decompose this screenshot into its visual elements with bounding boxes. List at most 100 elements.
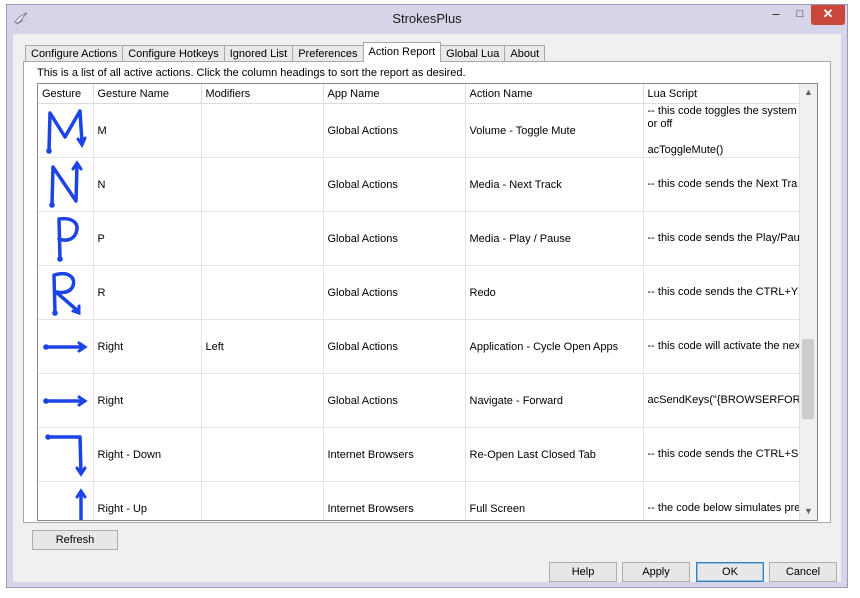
- gesture-name-cell: P: [93, 211, 202, 266]
- gesture-cell: [38, 373, 94, 428]
- gesture-name-cell: M: [93, 103, 202, 158]
- modifiers-cell: Left: [201, 319, 324, 374]
- tab-about[interactable]: About: [504, 45, 546, 62]
- lua-script-cell: -- this code sends the CTRL+Y key co...: [643, 265, 814, 320]
- action-name-cell: Redo: [465, 265, 644, 320]
- table-row[interactable]: M Global Actions Volume - Toggle Mute --…: [38, 103, 814, 158]
- modifiers-cell: [201, 427, 324, 482]
- column-header-app-name[interactable]: App Name: [323, 84, 466, 104]
- help-button[interactable]: Help: [549, 562, 617, 582]
- column-header-gesture-name[interactable]: Gesture Name: [93, 84, 202, 104]
- lua-script-line: -- this code sends the CTRL+Y key co...: [647, 286, 813, 298]
- client-area: Configure Actions Configure Hotkeys Igno…: [13, 34, 841, 582]
- app-name-cell: Global Actions: [323, 103, 466, 158]
- gesture-right-down-icon: [45, 433, 87, 477]
- action-name-cell: Navigate - Forward: [465, 373, 644, 428]
- gesture-cell: [38, 211, 94, 266]
- tab-ignored-list[interactable]: Ignored List: [223, 45, 294, 62]
- minimize-button[interactable]: –: [765, 5, 787, 25]
- tab-action-report[interactable]: Action Report: [362, 42, 442, 62]
- modifiers-cell: [201, 481, 324, 520]
- gesture-p-icon: [57, 216, 79, 262]
- column-header-gesture[interactable]: Gesture: [38, 84, 94, 104]
- column-header-action-name[interactable]: Action Name: [465, 84, 644, 104]
- lua-script-line: acToggleMute(): [647, 143, 724, 156]
- table-row[interactable]: Right - Down Internet Browsers Re-Open L…: [38, 427, 814, 482]
- window-title: StrokesPlus: [392, 11, 462, 26]
- action-name-cell: Re-Open Last Closed Tab: [465, 427, 644, 482]
- gesture-name-cell: Right: [93, 373, 202, 428]
- lua-script-cell: -- this code toggles the system Mute on …: [643, 103, 814, 158]
- action-name-cell: Application - Cycle Open Apps: [465, 319, 644, 374]
- action-name-cell: Volume - Toggle Mute: [465, 103, 644, 158]
- lua-script-line: -- this code toggles the system Mute on: [647, 104, 813, 117]
- modifiers-cell: [201, 103, 324, 158]
- lua-script-line: acSendKeys("{BROWSERFORWARD}"): [647, 394, 813, 406]
- app-name-cell: Internet Browsers: [323, 427, 466, 482]
- lua-script-cell: -- the code below simulates pressing t..…: [643, 481, 814, 520]
- lua-script-cell: -- this code sends the Next Track key...: [643, 157, 814, 212]
- gesture-cell: [38, 157, 94, 212]
- report-description: This is a list of all active actions. Cl…: [37, 67, 466, 79]
- column-header-lua-script[interactable]: Lua Script: [643, 84, 814, 104]
- gesture-cell: [38, 265, 94, 320]
- modifiers-cell: [201, 373, 324, 428]
- lua-script-line: -- the code below simulates pressing t..…: [647, 502, 813, 514]
- modifiers-cell: [201, 157, 324, 212]
- modifiers-cell: [201, 265, 324, 320]
- scroll-up-icon[interactable]: ▲: [800, 84, 817, 101]
- scrollbar-thumb[interactable]: [802, 339, 814, 419]
- table-row[interactable]: Right Global Actions Navigate - Forward …: [38, 373, 814, 428]
- table-row[interactable]: Right - Up Internet Browsers Full Screen…: [38, 481, 814, 520]
- app-name-cell: Global Actions: [323, 265, 466, 320]
- lua-script-line: -- this code will activate the next win.…: [647, 340, 813, 352]
- gesture-name-cell: Right: [93, 319, 202, 374]
- table-row[interactable]: Right Left Global Actions Application - …: [38, 319, 814, 374]
- app-name-cell: Internet Browsers: [323, 481, 466, 520]
- app-window: StrokesPlus – □ ✕ Configure Actions Conf…: [6, 4, 848, 588]
- app-name-cell: Global Actions: [323, 373, 466, 428]
- lua-script-line: -- this code sends the Play/Pause key...: [647, 232, 813, 244]
- lua-script-cell: -- this code will activate the next win.…: [643, 319, 814, 374]
- lua-script-line: -- this code sends the Next Track key...: [647, 178, 813, 190]
- lua-script-line: or off: [647, 117, 673, 130]
- gesture-name-cell: Right - Up: [93, 481, 202, 520]
- maximize-button[interactable]: □: [789, 5, 811, 25]
- vertical-scrollbar[interactable]: ▲ ▼: [799, 84, 817, 520]
- lua-script-cell: acSendKeys("{BROWSERFORWARD}"): [643, 373, 814, 428]
- tab-preferences[interactable]: Preferences: [292, 45, 364, 62]
- app-name-cell: Global Actions: [323, 319, 466, 374]
- gesture-right-up-icon: [75, 487, 87, 520]
- gesture-r-icon: [52, 271, 81, 316]
- tab-strip: Configure Actions Configure Hotkeys Igno…: [25, 42, 546, 62]
- gesture-right-arrow-icon: [43, 341, 88, 352]
- table-row[interactable]: P Global Actions Media - Play / Pause --…: [38, 211, 814, 266]
- action-report-table[interactable]: Gesture Gesture Name Modifiers App Name …: [37, 83, 818, 521]
- app-name-cell: Global Actions: [323, 157, 466, 212]
- ok-button[interactable]: OK: [696, 562, 764, 582]
- gesture-right-arrow-icon: [43, 395, 88, 406]
- refresh-button[interactable]: Refresh: [32, 530, 118, 550]
- gesture-cell: [38, 427, 94, 482]
- app-name-cell: Global Actions: [323, 211, 466, 266]
- gesture-name-cell: Right - Down: [93, 427, 202, 482]
- column-header-modifiers[interactable]: Modifiers: [201, 84, 324, 104]
- action-name-cell: Media - Play / Pause: [465, 211, 644, 266]
- table-row[interactable]: N Global Actions Media - Next Track -- t…: [38, 157, 814, 212]
- action-report-panel: This is a list of all active actions. Cl…: [23, 61, 831, 523]
- close-button[interactable]: ✕: [811, 5, 845, 25]
- tab-configure-actions[interactable]: Configure Actions: [25, 45, 124, 62]
- tab-configure-hotkeys[interactable]: Configure Hotkeys: [122, 45, 225, 62]
- apply-button[interactable]: Apply: [622, 562, 690, 582]
- lua-script-line: -- this code sends the CTRL+SHIFT+...: [647, 448, 813, 460]
- scroll-down-icon[interactable]: ▼: [800, 503, 817, 520]
- gesture-cell: [38, 319, 94, 374]
- action-name-cell: Full Screen: [465, 481, 644, 520]
- gesture-cell: [38, 103, 94, 158]
- table-row[interactable]: R Global Actions Redo -- this code sends…: [38, 265, 814, 320]
- cancel-button[interactable]: Cancel: [769, 562, 837, 582]
- gesture-cell: [38, 481, 94, 520]
- title-bar[interactable]: StrokesPlus – □ ✕: [7, 5, 847, 33]
- gesture-name-cell: N: [93, 157, 202, 212]
- tab-global-lua[interactable]: Global Lua: [440, 45, 506, 62]
